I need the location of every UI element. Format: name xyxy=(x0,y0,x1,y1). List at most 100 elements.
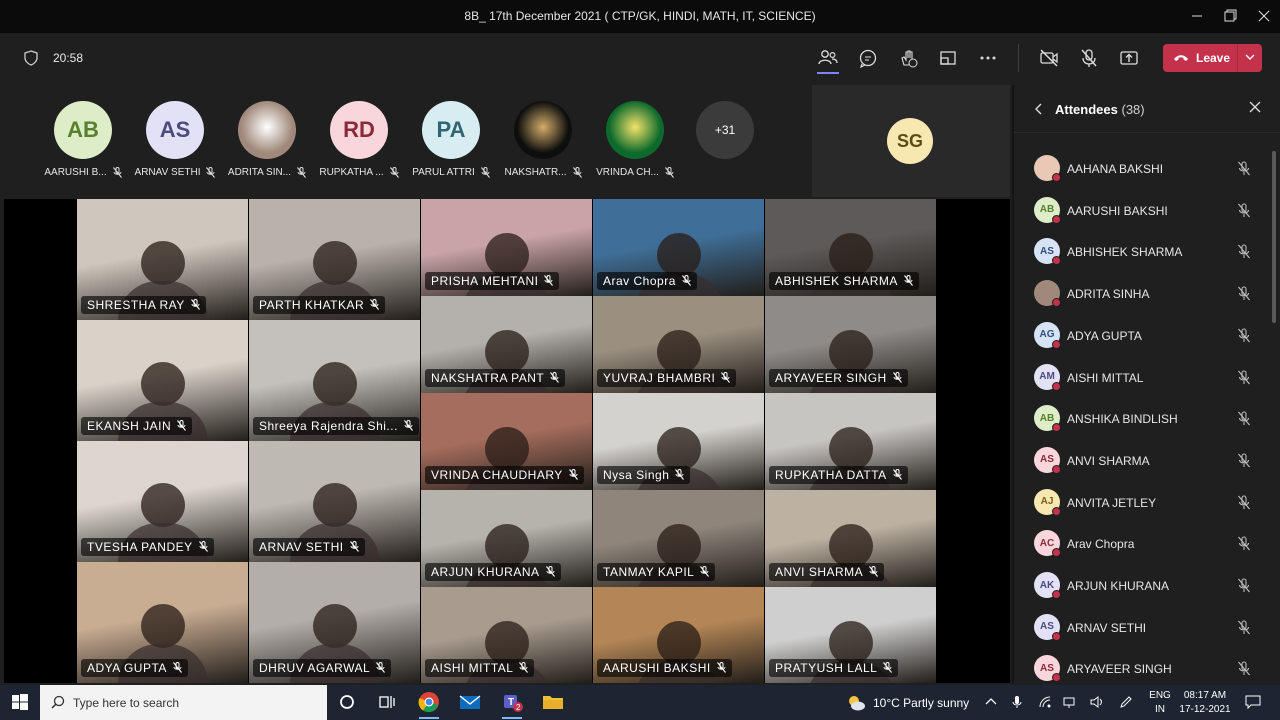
attendee-row[interactable]: ADRITA SINHA xyxy=(1032,280,1264,310)
mic-button[interactable] xyxy=(1078,47,1100,69)
microphone-icon[interactable] xyxy=(1011,695,1023,712)
attendee-row[interactable]: AAHANA BAKSHI xyxy=(1032,155,1264,185)
taskbar-mail[interactable] xyxy=(458,690,482,714)
attendee-row[interactable]: AS ABHISHEK SHARMA xyxy=(1032,238,1264,268)
attendee-row[interactable]: AC Arav Chopra xyxy=(1032,530,1264,560)
notifications-icon[interactable] xyxy=(1245,695,1261,712)
maximize-button[interactable] xyxy=(1220,6,1240,26)
attendee-row[interactable]: AB AARUSHI BAKSHI xyxy=(1032,196,1264,227)
video-tile[interactable]: NAKSHATRA PANT xyxy=(421,296,592,393)
video-tile[interactable]: Nysa Singh xyxy=(593,393,764,490)
chevron-left-icon xyxy=(1035,103,1042,115)
leave-button[interactable]: Leave xyxy=(1163,44,1262,72)
more-actions-button[interactable] xyxy=(977,47,999,69)
attendee-row[interactable]: AS ARYAVEER SINGH xyxy=(1032,655,1264,685)
camera-button[interactable] xyxy=(1038,47,1060,69)
attendee-row[interactable]: AS ANVI SHARMA xyxy=(1032,446,1264,477)
video-tile[interactable]: PRATYUSH LALL xyxy=(765,587,936,683)
mic-off-icon[interactable] xyxy=(1237,411,1251,426)
video-tile[interactable]: Arav Chopra xyxy=(593,199,764,296)
strip-participant[interactable]: ADRITA SIN... xyxy=(221,101,313,191)
task-view-button[interactable] xyxy=(375,690,399,714)
tile-name-label: SHRESTHA RAY xyxy=(81,296,206,314)
video-tile[interactable]: ARJUN KHURANA xyxy=(421,490,592,587)
video-tile[interactable]: AARUSHI BAKSHI xyxy=(593,587,764,683)
strip-participant[interactable]: RD RUPKATHA ... xyxy=(313,101,405,191)
attendee-name: ARYAVEER SINGH xyxy=(1067,662,1172,677)
video-tile[interactable]: VRINDA CHAUDHARY xyxy=(421,393,592,490)
cortana-button[interactable] xyxy=(335,690,359,714)
mic-off-icon[interactable] xyxy=(1237,536,1251,551)
strip-participant[interactable]: AS ARNAV SETHI xyxy=(129,101,221,191)
close-panel-button[interactable] xyxy=(1248,100,1262,119)
taskbar-search[interactable]: Type here to search xyxy=(40,685,327,720)
video-tile[interactable]: YUVRAJ BHAMBRI xyxy=(593,296,764,393)
mic-off-icon[interactable] xyxy=(1237,453,1251,468)
volume-icon[interactable] xyxy=(1089,695,1105,712)
people-icon xyxy=(818,50,838,65)
share-button[interactable] xyxy=(1118,47,1140,69)
video-tile[interactable]: SHRESTHA RAY xyxy=(77,199,248,320)
video-tile[interactable]: ABHISHEK SHARMA xyxy=(765,199,936,296)
close-icon xyxy=(1249,101,1261,113)
reactions-button[interactable] xyxy=(897,47,919,69)
video-tile[interactable]: AISHI MITTAL xyxy=(421,587,592,683)
strip-participant[interactable]: VRINDA CH... xyxy=(589,101,681,191)
video-tile[interactable]: TANMAY KAPIL xyxy=(593,490,764,587)
mic-off-icon[interactable] xyxy=(1237,161,1251,176)
video-tile[interactable]: TVESHA PANDEY xyxy=(77,441,248,562)
close-window-button[interactable] xyxy=(1254,6,1274,26)
video-tile[interactable]: ADYA GUPTA xyxy=(77,562,248,683)
mic-off-icon[interactable] xyxy=(1237,578,1251,593)
scrollbar[interactable] xyxy=(1272,151,1276,323)
chevron-down-icon[interactable] xyxy=(1243,50,1257,64)
chat-button[interactable] xyxy=(857,47,879,69)
attendee-row[interactable]: AG ADYA GUPTA xyxy=(1032,321,1264,352)
language-indicator[interactable]: ENG IN xyxy=(1146,689,1174,717)
video-tile[interactable]: PARTH KHATKAR xyxy=(249,199,420,320)
video-tile[interactable]: ARYAVEER SINGH xyxy=(765,296,936,393)
more-participants-button[interactable]: +31 xyxy=(696,101,754,159)
taskbar-explorer[interactable] xyxy=(541,690,565,714)
video-tile[interactable]: RUPKATHA DATTA xyxy=(765,393,936,490)
video-tile[interactable]: DHRUV AGARWAL xyxy=(249,562,420,683)
taskbar-teams[interactable]: T2 xyxy=(500,690,524,719)
network-status-icon[interactable] xyxy=(1062,695,1076,712)
mic-off-icon[interactable] xyxy=(1237,369,1251,385)
participant-video xyxy=(828,426,873,471)
start-button[interactable] xyxy=(8,690,32,714)
meeting-toolbar: 20:58 Leave xyxy=(0,33,1280,83)
attendee-row[interactable]: AK ARJUN KHURANA xyxy=(1032,572,1264,602)
attendee-row[interactable]: AB ANSHIKA BINDLISH xyxy=(1032,405,1264,435)
system-clock[interactable]: 08:17 AM 17-12-2021 xyxy=(1175,689,1235,717)
mic-off-icon[interactable] xyxy=(1237,286,1251,301)
back-button[interactable] xyxy=(1034,102,1044,118)
chevron-up-icon[interactable] xyxy=(984,695,998,712)
taskbar-chrome[interactable] xyxy=(417,690,441,719)
network-icon[interactable] xyxy=(1038,695,1052,712)
attendee-row[interactable]: AM AISHI MITTAL xyxy=(1032,363,1264,394)
video-tile[interactable]: Shreeya Rajendra Shi... xyxy=(249,320,420,441)
attendee-row[interactable]: AJ ANVITA JETLEY xyxy=(1032,488,1264,519)
mic-off-icon[interactable] xyxy=(1237,620,1251,635)
minimize-button[interactable] xyxy=(1187,6,1207,26)
rooms-button[interactable] xyxy=(937,47,959,69)
pen-icon[interactable] xyxy=(1119,695,1133,712)
weather-text[interactable]: 10°C Partly sunny xyxy=(873,696,969,710)
strip-participant[interactable]: AB AARUSHI B... xyxy=(37,101,129,191)
video-tile[interactable]: ANVI SHARMA xyxy=(765,490,936,587)
video-tile[interactable]: ARNAV SETHI xyxy=(249,441,420,562)
strip-participant[interactable]: PA PARUL ATTRI xyxy=(405,101,497,191)
participants-button[interactable] xyxy=(817,47,839,69)
attendee-row[interactable]: AS ARNAV SETHI xyxy=(1032,613,1264,644)
mic-off-icon[interactable] xyxy=(1237,495,1251,510)
mic-off-icon[interactable] xyxy=(1237,661,1251,676)
weather-icon xyxy=(846,693,866,713)
mic-off-icon[interactable] xyxy=(1237,203,1251,218)
strip-participant[interactable]: NAKSHATR... xyxy=(497,101,589,191)
participant-name: AARUSHI B... xyxy=(37,167,129,179)
mic-off-icon[interactable] xyxy=(1237,244,1251,259)
video-tile[interactable]: PRISHA MEHTANI xyxy=(421,199,592,296)
mic-off-icon[interactable] xyxy=(1237,328,1251,343)
video-tile[interactable]: EKANSH JAIN xyxy=(77,320,248,441)
